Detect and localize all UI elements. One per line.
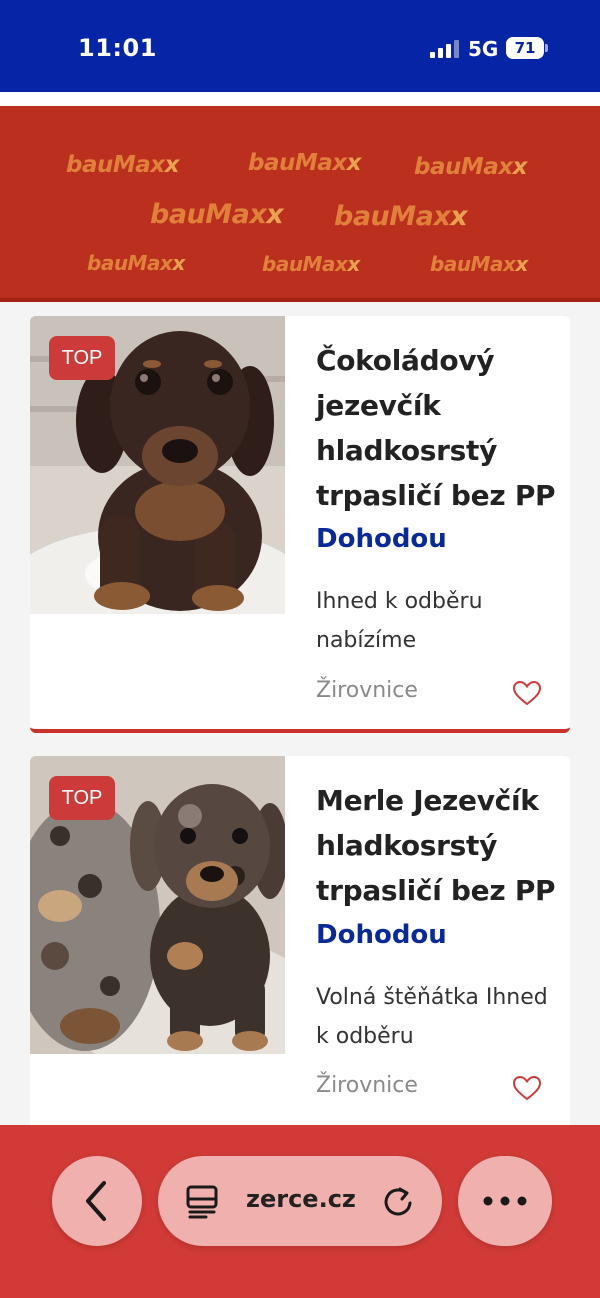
battery-icon: 71 [506,37,544,59]
ellipsis-icon [483,1196,527,1206]
logo-text: bauMax [248,150,347,176]
logo-mark: x [266,199,284,230]
logo-text: bauMax [262,252,348,276]
heart-icon[interactable] [512,1075,542,1101]
logo-mark: x [450,201,468,232]
logo-text: bauMax [430,252,516,276]
baumax-logo: bauMaxx [248,150,361,176]
listing-price: Dohodou [316,524,447,554]
listing-title[interactable]: Čokoládový jezevčík hladkosrstý trpaslič… [316,338,556,518]
top-badge: TOP [49,336,115,380]
listing-location: Žirovnice [316,1073,418,1098]
baumax-ad-banner[interactable]: bauMaxx bauMaxx bauMaxx bauMaxx bauMaxx … [0,106,600,302]
baumax-logo: bauMaxx [262,252,360,276]
logo-text: bauMax [87,251,173,275]
page-top-gap [0,92,600,106]
logo-mark: x [347,252,360,276]
listing-description: Volná štěňátka Ihned k odběru [316,985,548,1049]
logo-text: bauMax [414,154,513,180]
baumax-logo: bauMaxx [150,199,284,230]
listing-price: Dohodou [316,920,447,950]
page-icon[interactable] [184,1183,220,1219]
baumax-logo: bauMaxx [87,251,185,275]
logo-mark: x [346,150,362,176]
logo-mark: x [172,251,185,275]
listing-image[interactable]: TOP [30,756,285,1054]
more-button[interactable] [458,1156,552,1246]
url-text[interactable]: zerce.cz [246,1185,356,1213]
chevron-left-icon [86,1181,106,1221]
logo-mark: x [164,152,180,178]
status-time: 11:01 [78,34,157,62]
logo-mark: x [515,252,528,276]
top-badge: TOP [49,776,115,820]
listing-title[interactable]: Merle Jezevčík hladkosrstý trpasličí bez… [316,778,556,913]
status-bar: 11:01 5G 71 [0,0,600,92]
listing-description: Ihned k odběru nabízíme [316,589,483,653]
listing-image[interactable]: TOP [30,316,285,614]
battery-tip [545,44,548,52]
logo-text: bauMax [66,152,165,178]
logo-text: bauMax [334,201,451,232]
logo-mark: x [512,154,528,180]
signal-icon [430,40,460,58]
listing-location: Žirovnice [316,678,418,703]
listing-card[interactable]: TOP Merle Jezevčík hladkosrstý trpasličí… [30,756,570,1136]
listing-card[interactable]: TOP Čokoládový jezevčík hladkosrstý trpa… [30,316,570,733]
reload-icon[interactable] [380,1183,416,1219]
browser-toolbar: zerce.cz [0,1125,600,1298]
back-button[interactable] [52,1156,142,1246]
heart-icon[interactable] [512,680,542,706]
baumax-logo: bauMaxx [66,152,179,178]
address-bar[interactable]: zerce.cz [158,1156,442,1246]
baumax-logo: bauMaxx [334,201,468,232]
logo-text: bauMax [150,199,267,230]
baumax-logo: bauMaxx [430,252,528,276]
baumax-logo: bauMaxx [414,154,527,180]
network-label: 5G [468,37,499,61]
